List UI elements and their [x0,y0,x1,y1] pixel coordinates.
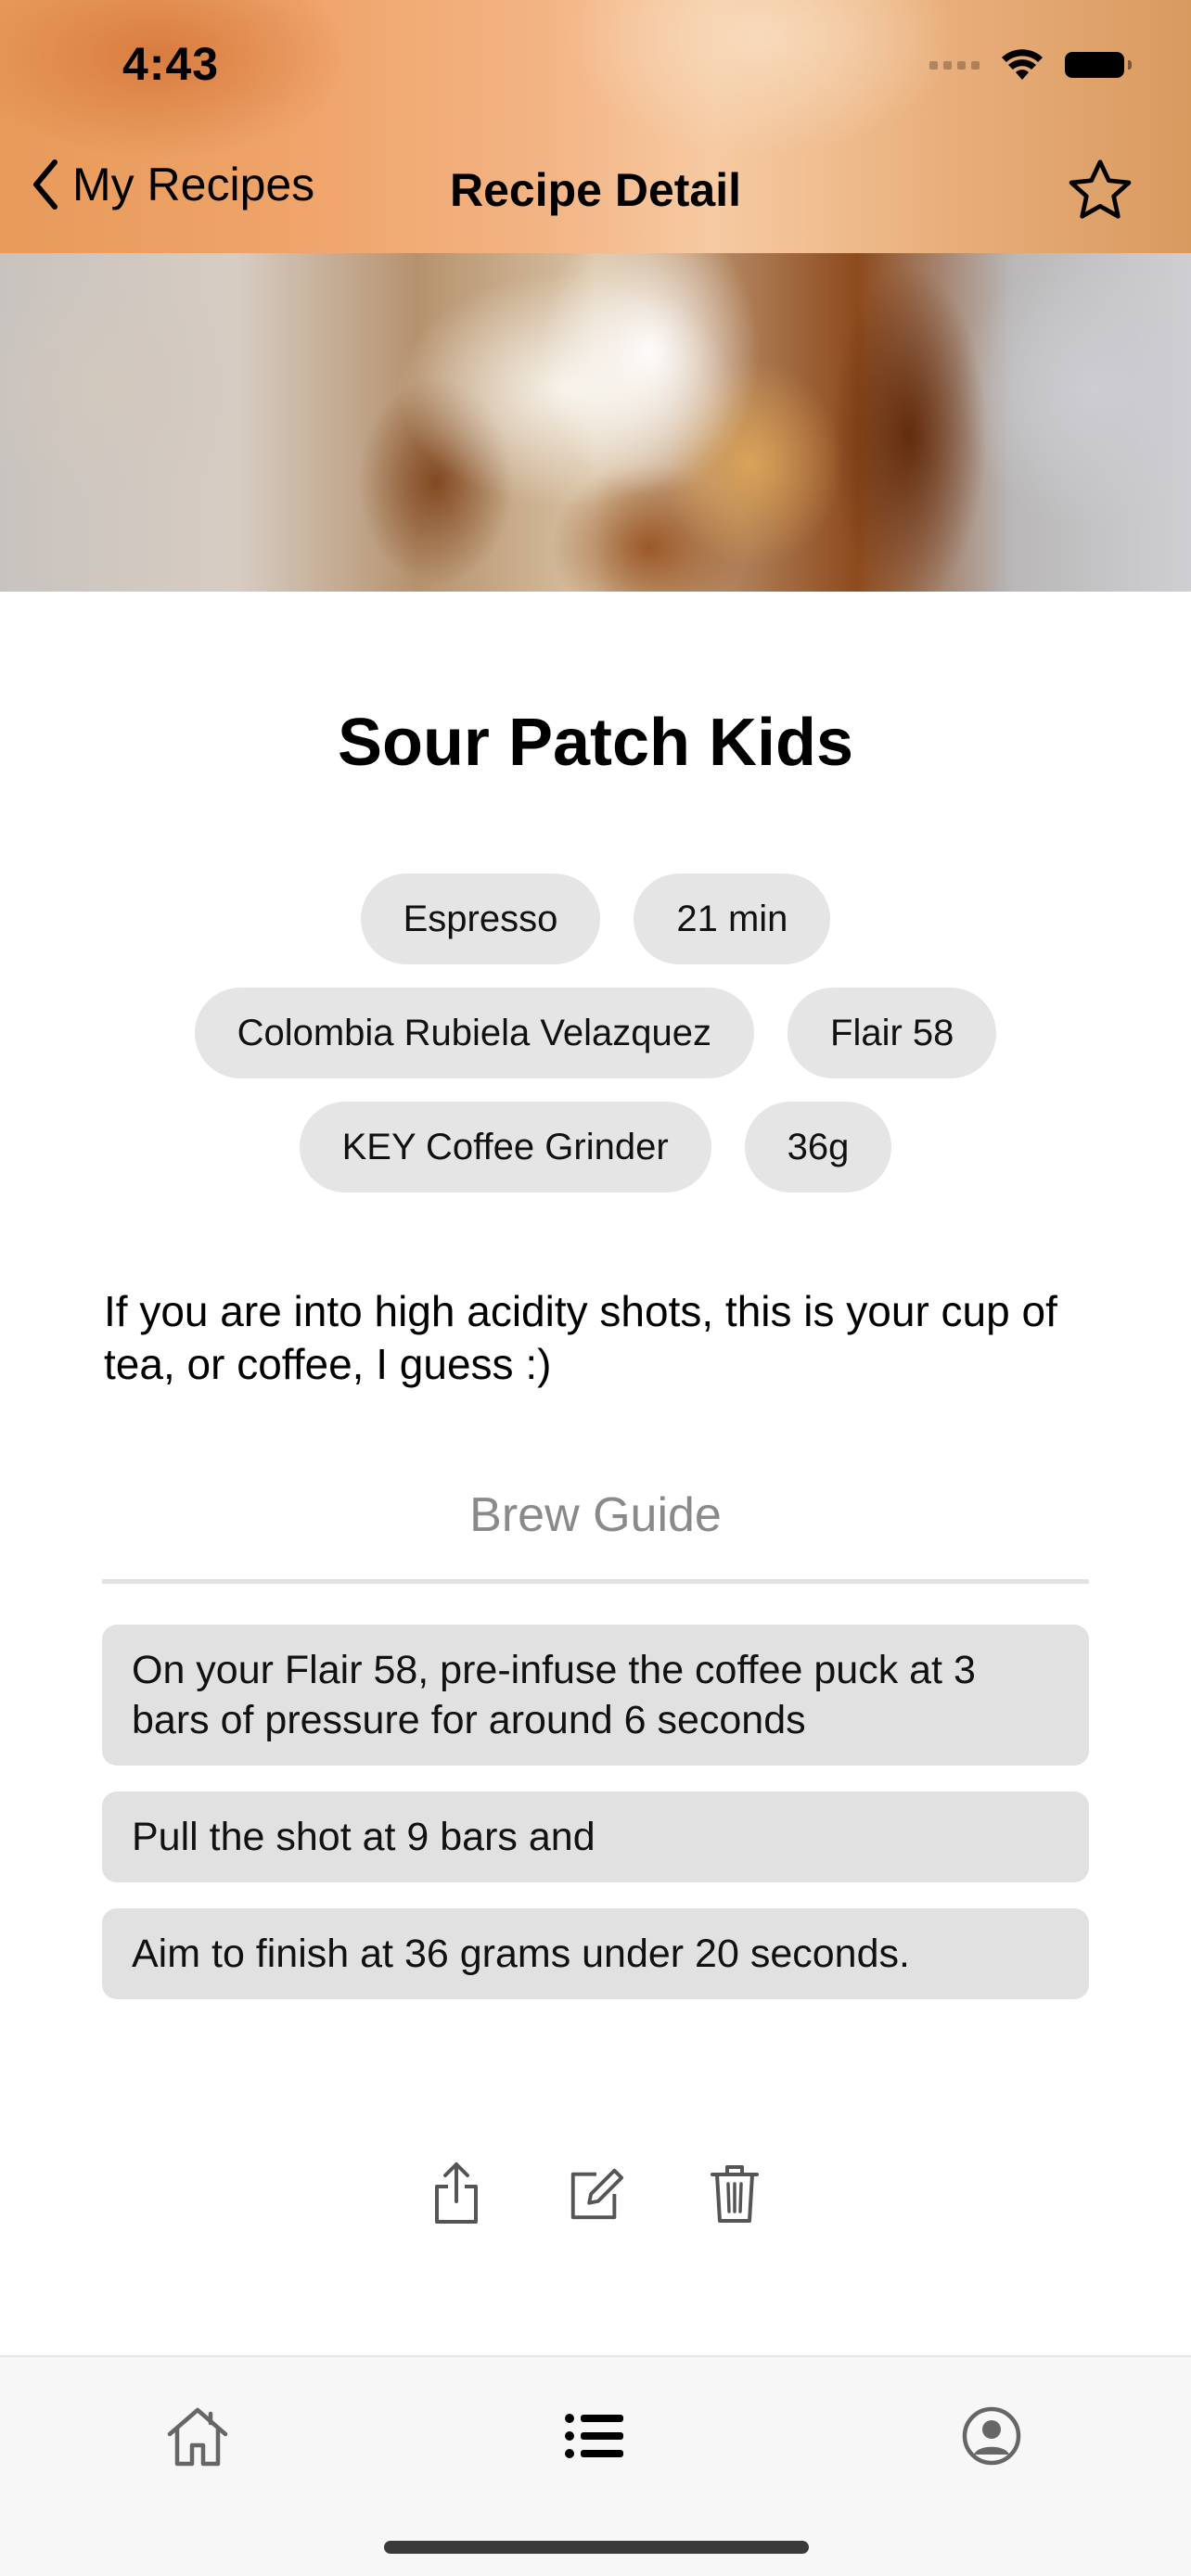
favorite-button[interactable] [1063,154,1137,233]
status-time: 4:43 [122,38,220,90]
brew-step: On your Flair 58, pre-infuse the coffee … [102,1625,1089,1766]
tag-coffee-bean: Colombia Rubiela Velazquez [194,988,755,1078]
tag-brew-time: 21 min [634,874,831,964]
divider [102,1579,1089,1584]
profile-icon [962,2406,1021,2466]
recipe-title: Sour Patch Kids [337,706,854,780]
recipe-detail-screen: 4:43 My Recipes Recipe Detail Sour Patch… [0,0,1191,2576]
tab-recipes[interactable] [553,2394,636,2478]
wifi-icon [1002,49,1043,80]
tab-profile[interactable] [950,2394,1033,2478]
tag-dose: 36g [744,1102,892,1192]
home-icon [167,2407,228,2467]
edit-button[interactable] [566,2159,625,2227]
tag-grinder: KEY Coffee Grinder [299,1102,711,1192]
tag-brewer: Flair 58 [788,988,997,1078]
brew-guide-title: Brew Guide [469,1488,722,1542]
list-icon [565,2414,623,2458]
tag-brew-method: Espresso [360,874,601,964]
trash-icon [711,2165,759,2223]
recipe-actions [0,2159,1191,2227]
tab-home[interactable] [156,2394,239,2478]
brew-step: Pull the shot at 9 bars and [102,1792,1089,1882]
home-indicator [384,2541,809,2554]
tags-row: Colombia Rubiela Velazquez Flair 58 [0,988,1191,1078]
status-icons [929,48,1132,82]
recipe-description: If you are into high acidity shots, this… [104,1287,1057,1388]
edit-icon [570,2168,624,2220]
share-icon [435,2162,478,2224]
delete-button[interactable] [705,2159,764,2227]
tags-row: KEY Coffee Grinder 36g [0,1102,1191,1192]
share-button[interactable] [427,2159,486,2227]
cellular-icon [929,60,980,70]
star-outline-icon [1069,159,1132,219]
brew-step: Aim to finish at 36 grams under 20 secon… [102,1908,1089,1999]
page-title: Recipe Detail [449,164,741,216]
recipe-header: 4:43 My Recipes Recipe Detail [0,0,1191,592]
tags-row: Espresso 21 min [0,874,1191,964]
battery-icon [1065,52,1132,78]
